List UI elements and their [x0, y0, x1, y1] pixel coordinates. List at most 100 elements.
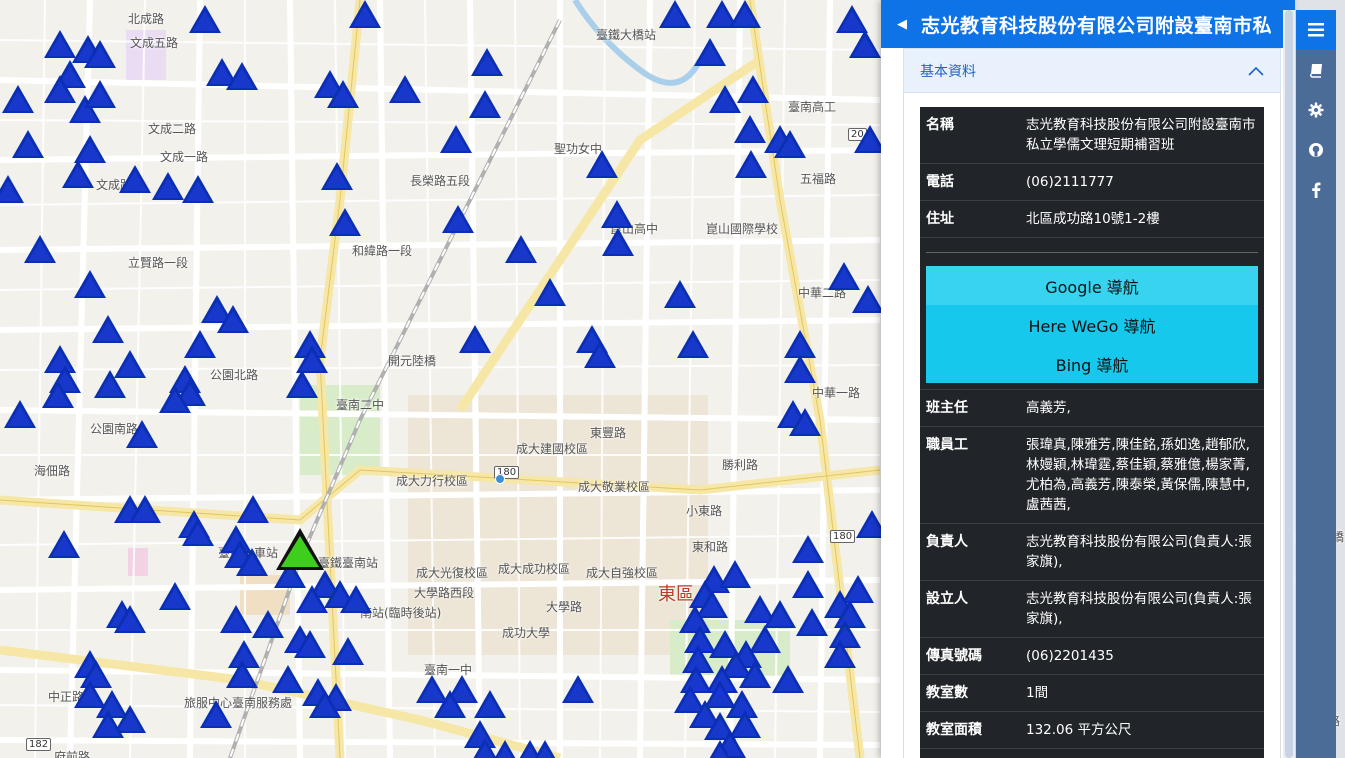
school-marker[interactable] — [772, 665, 804, 693]
school-marker[interactable] — [74, 270, 106, 298]
school-marker[interactable] — [784, 330, 816, 358]
school-marker[interactable] — [296, 345, 328, 373]
accordion-header-basic-info[interactable]: 基本資料 — [903, 48, 1281, 93]
menu-icon[interactable] — [1296, 10, 1336, 50]
school-marker[interactable] — [2, 85, 34, 113]
school-marker[interactable] — [48, 530, 80, 558]
school-marker[interactable] — [849, 30, 881, 58]
school-marker[interactable] — [734, 115, 766, 143]
school-marker[interactable] — [309, 690, 341, 718]
school-marker[interactable] — [694, 38, 726, 66]
school-marker[interactable] — [602, 228, 634, 256]
school-marker[interactable] — [184, 330, 216, 358]
school-marker[interactable] — [294, 630, 326, 658]
school-marker[interactable] — [0, 175, 24, 203]
school-marker[interactable] — [200, 700, 232, 728]
scrollbar-thumb[interactable] — [1285, 10, 1293, 758]
school-marker[interactable] — [792, 570, 824, 598]
school-marker[interactable] — [114, 605, 146, 633]
school-marker[interactable] — [119, 165, 151, 193]
school-marker[interactable] — [562, 675, 594, 703]
school-marker[interactable] — [329, 208, 361, 236]
school-marker[interactable] — [189, 5, 221, 33]
school-marker[interactable] — [182, 518, 214, 546]
school-marker[interactable] — [252, 610, 284, 638]
school-marker[interactable] — [774, 130, 806, 158]
school-marker[interactable] — [471, 48, 503, 76]
school-marker[interactable] — [836, 5, 868, 33]
google-nav-button[interactable]: Google 導航 — [926, 266, 1258, 305]
school-marker[interactable] — [321, 162, 353, 190]
school-marker[interactable] — [474, 690, 506, 718]
school-marker[interactable] — [226, 62, 258, 90]
herewego-nav-button[interactable]: Here WeGo 導航 — [926, 305, 1258, 344]
school-marker[interactable] — [764, 600, 796, 628]
school-marker[interactable] — [327, 80, 359, 108]
collapse-caret-icon[interactable]: ◀ — [897, 17, 907, 32]
gear-icon[interactable] — [1296, 90, 1336, 130]
facebook-icon[interactable] — [1296, 170, 1336, 210]
school-marker[interactable] — [737, 75, 769, 103]
school-marker[interactable] — [792, 535, 824, 563]
school-marker[interactable] — [584, 340, 616, 368]
school-marker[interactable] — [182, 175, 214, 203]
school-marker[interactable] — [586, 150, 618, 178]
school-marker[interactable] — [677, 330, 709, 358]
school-marker[interactable] — [220, 605, 252, 633]
school-marker[interactable] — [126, 420, 158, 448]
chevron-up-icon[interactable] — [1248, 61, 1264, 80]
school-marker[interactable] — [159, 385, 191, 413]
school-marker[interactable] — [349, 0, 381, 28]
school-marker[interactable] — [332, 637, 364, 665]
github-icon[interactable] — [1296, 130, 1336, 170]
school-marker[interactable] — [852, 285, 884, 313]
school-marker[interactable] — [340, 585, 372, 613]
school-marker[interactable] — [469, 90, 501, 118]
school-marker[interactable] — [442, 205, 474, 233]
school-marker[interactable] — [84, 40, 116, 68]
school-marker[interactable] — [236, 548, 268, 576]
school-marker[interactable] — [824, 640, 856, 668]
school-marker[interactable] — [226, 660, 258, 688]
school-marker[interactable] — [664, 280, 696, 308]
school-marker[interactable] — [296, 585, 328, 613]
school-marker[interactable] — [789, 408, 821, 436]
school-marker[interactable] — [129, 495, 161, 523]
school-marker[interactable] — [739, 660, 771, 688]
school-marker[interactable] — [440, 125, 472, 153]
school-marker[interactable] — [4, 400, 36, 428]
school-marker[interactable] — [719, 560, 751, 588]
sidebar-scrollbar[interactable] — [1283, 10, 1295, 758]
book-icon[interactable] — [1296, 50, 1336, 90]
school-marker[interactable] — [286, 370, 318, 398]
school-marker[interactable] — [42, 380, 74, 408]
school-marker[interactable] — [152, 172, 184, 200]
school-marker[interactable] — [735, 150, 767, 178]
school-marker[interactable] — [659, 0, 691, 28]
school-marker[interactable] — [217, 305, 249, 333]
school-marker[interactable] — [12, 130, 44, 158]
school-marker[interactable] — [237, 495, 269, 523]
school-marker[interactable] — [84, 80, 116, 108]
selected-school-marker[interactable] — [276, 528, 324, 570]
school-marker[interactable] — [94, 370, 126, 398]
school-marker[interactable] — [459, 325, 491, 353]
school-marker[interactable] — [529, 740, 561, 758]
school-marker[interactable] — [729, 0, 761, 28]
school-marker[interactable] — [272, 665, 304, 693]
school-marker[interactable] — [159, 582, 191, 610]
school-marker[interactable] — [74, 135, 106, 163]
school-marker[interactable] — [62, 160, 94, 188]
school-marker[interactable] — [416, 675, 448, 703]
school-marker[interactable] — [796, 608, 828, 636]
school-marker[interactable] — [24, 235, 56, 263]
school-marker[interactable] — [505, 235, 537, 263]
school-marker[interactable] — [92, 710, 124, 738]
school-marker[interactable] — [704, 740, 736, 758]
sidebar-header[interactable]: ◀ 志光教育科技股份有限公司附設臺南市私 — [881, 0, 1295, 48]
school-marker[interactable] — [601, 200, 633, 228]
bing-nav-button[interactable]: Bing 導航 — [926, 344, 1258, 383]
school-marker[interactable] — [92, 315, 124, 343]
school-marker[interactable] — [784, 355, 816, 383]
school-marker[interactable] — [534, 278, 566, 306]
